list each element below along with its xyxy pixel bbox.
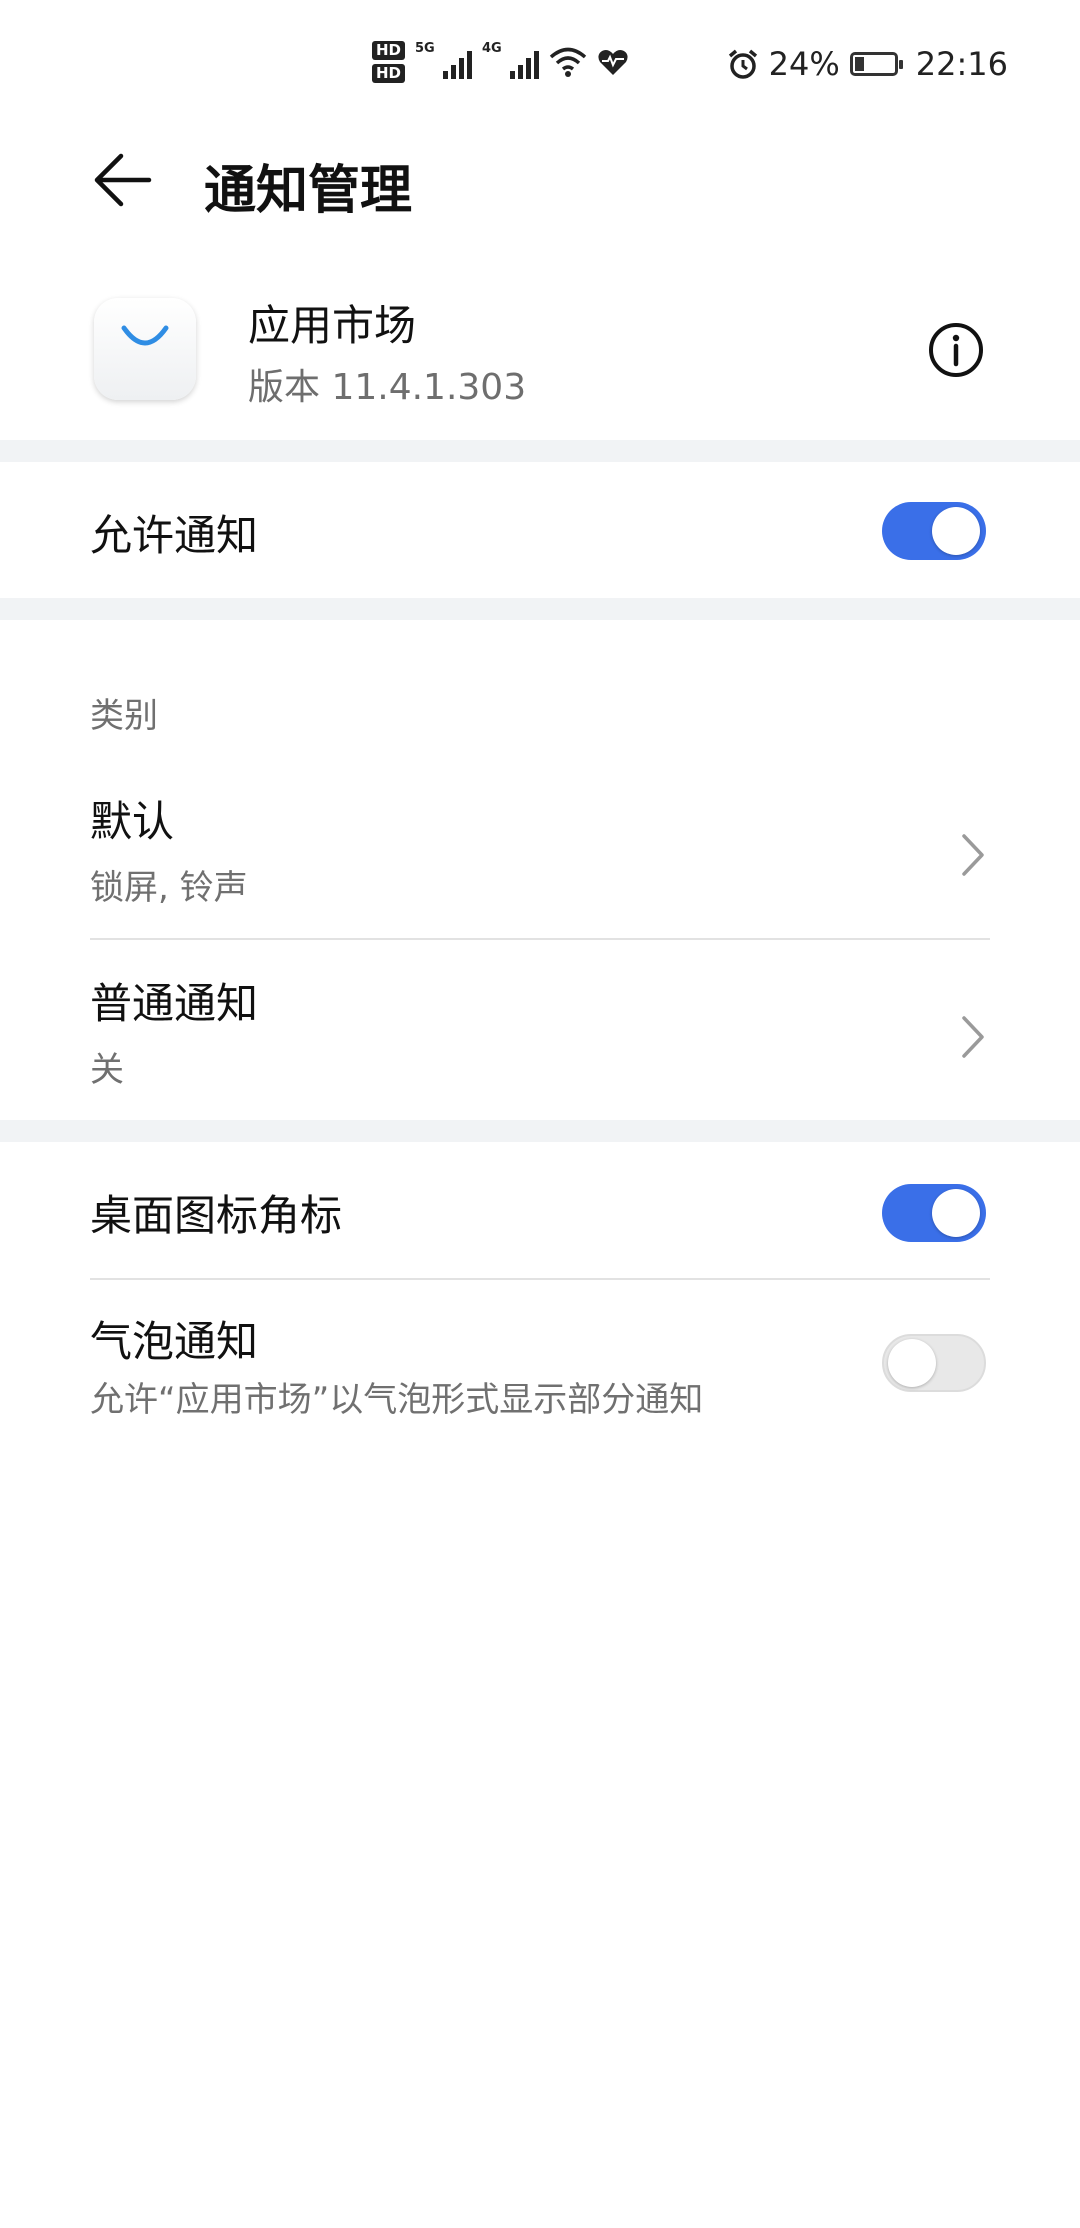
bubble-description: 允许“应用市场”以气泡形式显示部分通知 (90, 1380, 704, 1420)
app-info: 应用市场 版本 11.4.1.303 (0, 280, 1080, 440)
page-title: 通知管理 (204, 161, 413, 221)
bubble-label: 气泡通知 (90, 1317, 259, 1366)
status-left-icons: HD HD 5G 4G (372, 34, 629, 90)
back-button[interactable] (88, 150, 158, 210)
category-title: 普通通知 (90, 979, 259, 1028)
bubble-toggle[interactable] (882, 1334, 986, 1392)
signal-4g-icon: 4G (482, 41, 540, 79)
status-bar: HD HD 5G 4G 24% 22:16 (0, 0, 1080, 120)
chevron-right-icon (962, 1016, 984, 1058)
allow-notifications-toggle[interactable] (882, 502, 986, 560)
signal2-tag: 4G (482, 41, 502, 56)
category-item-default[interactable]: 默认 锁屏, 铃声 (0, 780, 1080, 938)
signal1-tag: 5G (415, 41, 435, 56)
category-subtitle: 关 (90, 1050, 124, 1090)
back-arrow-icon (94, 153, 152, 207)
badge-label: 桌面图标角标 (90, 1191, 343, 1240)
health-icon (598, 50, 628, 75)
page-header: 通知管理 (0, 130, 1080, 230)
badge-toggle[interactable] (882, 1184, 986, 1242)
hd-icon: HD HD (372, 41, 406, 83)
wifi-icon (549, 47, 587, 77)
section-separator (0, 440, 1080, 462)
notification-settings-screen: HD HD 5G 4G 24% 22:16 通知管理 应用市场 版本 11.4.… (0, 0, 1080, 2228)
hd1-label: HD (372, 41, 406, 60)
category-title: 默认 (90, 797, 175, 846)
alarm-icon (728, 49, 757, 79)
hd2-label: HD (372, 64, 406, 83)
row-divider (90, 1278, 990, 1280)
app-version: 版本 11.4.1.303 (248, 367, 527, 408)
section-separator (0, 1120, 1080, 1142)
status-right: 24% 22:16 (727, 36, 1008, 92)
signal-5g-icon: 5G (415, 41, 473, 79)
app-market-icon (94, 298, 196, 400)
category-subtitle: 锁屏, 铃声 (90, 868, 248, 908)
badge-row[interactable]: 桌面图标角标 (0, 1142, 1080, 1278)
status-time: 22:16 (915, 45, 1008, 83)
row-divider (90, 938, 990, 940)
section-separator (0, 598, 1080, 620)
battery-percent: 24% (768, 45, 840, 83)
app-info-button[interactable] (926, 320, 986, 380)
allow-notifications-label: 允许通知 (90, 511, 259, 560)
bubble-notification-row[interactable]: 气泡通知 允许“应用市场”以气泡形式显示部分通知 (0, 1300, 1080, 1440)
allow-notifications-row[interactable]: 允许通知 (0, 462, 1080, 598)
chevron-right-icon (962, 834, 984, 876)
categories-section-label: 类别 (90, 696, 158, 736)
app-name: 应用市场 (248, 301, 417, 350)
category-item-general[interactable]: 普通通知 关 (0, 960, 1080, 1120)
info-icon (929, 323, 983, 377)
battery-charging-icon (849, 52, 903, 76)
